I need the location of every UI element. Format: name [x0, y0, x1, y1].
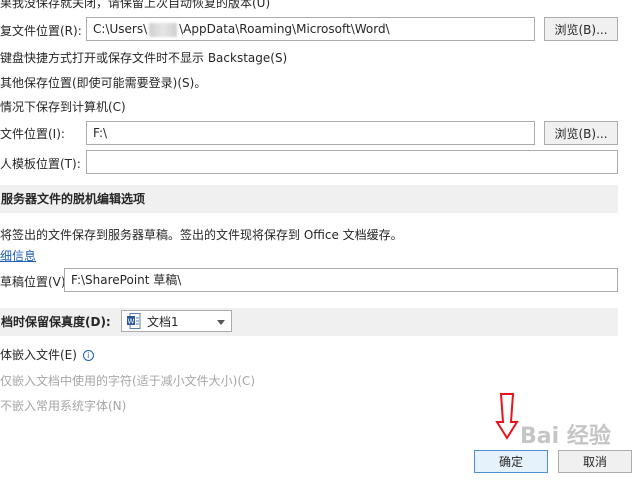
templates-label: 人模板位置(T):	[0, 157, 81, 171]
templates-input[interactable]	[86, 150, 618, 174]
document-select[interactable]: W 文档1	[121, 310, 232, 332]
drafts-input[interactable]: F:\SharePoint 草稿\	[64, 268, 618, 292]
local-location-label: 文件位置(I):	[0, 127, 65, 141]
svg-text:W: W	[128, 318, 135, 326]
autorecover-path-input[interactable]: C:\Users\ \AppData\Roaming\Microsoft\Word…	[86, 17, 535, 41]
cancel-button[interactable]: 取消	[558, 450, 632, 473]
option-embed-fonts[interactable]: 体嵌入文件(E) i	[0, 346, 94, 363]
autorecover-path-suffix: \AppData\Roaming\Microsoft\Word\	[179, 22, 390, 36]
info-icon[interactable]: i	[82, 350, 94, 361]
option-no-common-fonts[interactable]: 不嵌入常用系统字体(N)	[0, 397, 126, 414]
autorecover-label: 复文件位置(R):	[0, 24, 82, 38]
document-select-value: 文档1	[147, 314, 179, 329]
fidelity-label: 档时保留保真度(D):	[1, 315, 111, 329]
redacted-username	[149, 22, 178, 37]
option-other-locations[interactable]: 其他保存位置(即使可能需要登录)(S)。	[0, 74, 206, 91]
option-save-to-computer[interactable]: 情况下保存到计算机(C)	[0, 98, 126, 115]
option-embed-used-chars[interactable]: 仅嵌入文档中使用的字符(适于减小文件大小)(C)	[0, 372, 255, 389]
local-location-browse-button[interactable]: 浏览(B)...	[544, 121, 618, 145]
top-note: 果我没保存就关闭，请保留上次自动恢复的版本(U)	[0, 0, 271, 10]
drafts-label: 草稿位置(V):	[0, 275, 70, 289]
embed-fonts-label: 体嵌入文件(E)	[0, 348, 77, 362]
autorecover-path-prefix: C:\Users\	[93, 22, 148, 36]
more-info-link[interactable]: 细信息	[0, 247, 36, 264]
autorecover-browse-button[interactable]: 浏览(B)...	[544, 17, 618, 41]
red-arrow-icon	[494, 392, 520, 443]
word-document-icon: W	[127, 313, 141, 329]
local-location-input[interactable]: F:\	[86, 121, 535, 145]
server-section-header: 服务器文件的脱机编辑选项	[0, 185, 618, 213]
watermark-text: Bai 经验	[520, 424, 611, 449]
server-description[interactable]: 将签出的文件保存到服务器草稿。签出的文件现将保存到 Office 文档缓存。	[0, 226, 403, 243]
option-no-backstage[interactable]: 键盘快捷方式打开或保存文件时不显示 Backstage(S)	[0, 49, 287, 66]
chevron-down-icon	[217, 314, 225, 328]
fidelity-section-header: 档时保留保真度(D):	[0, 308, 618, 336]
ok-button[interactable]: 确定	[474, 450, 548, 473]
